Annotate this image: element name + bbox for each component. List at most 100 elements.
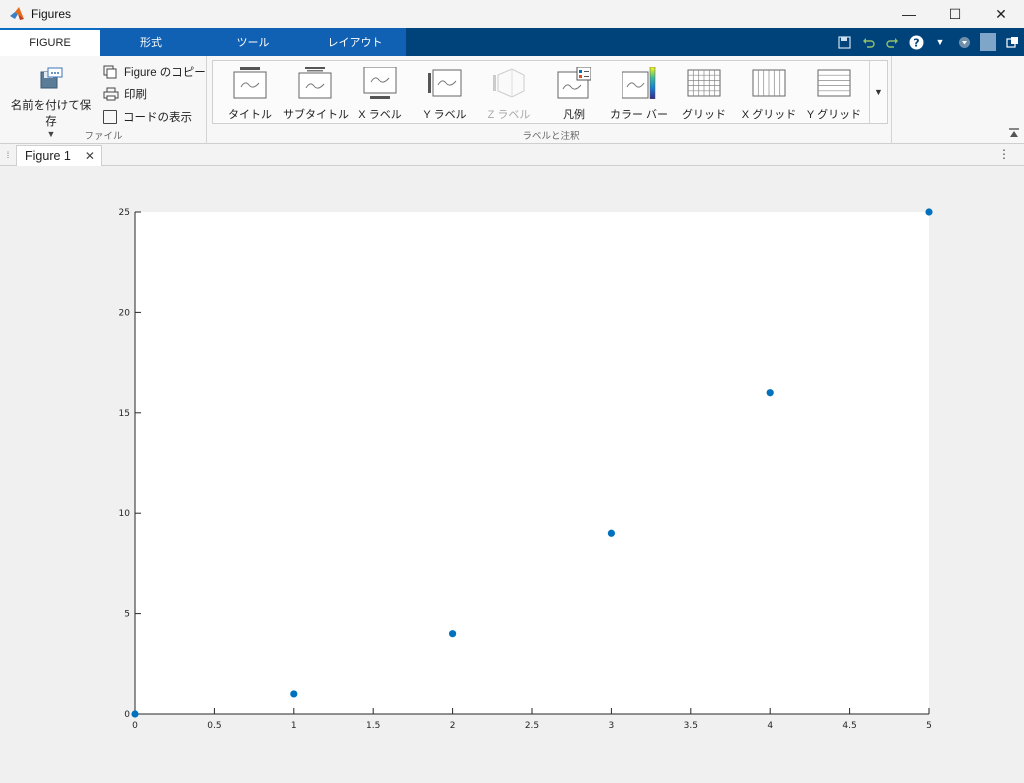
toolbar-separator xyxy=(980,33,996,51)
save-icon[interactable] xyxy=(836,35,852,49)
zlabel-button[interactable]: Z ラベル xyxy=(477,61,541,123)
ylabel-icon xyxy=(428,69,462,97)
xgrid-icon xyxy=(752,69,786,97)
data-point xyxy=(131,710,139,718)
x-tick-label: 3.5 xyxy=(684,721,698,731)
labels-group-label: ラベルと注釈 xyxy=(522,131,580,142)
redo-icon[interactable] xyxy=(884,36,900,49)
matlab-logo-icon xyxy=(10,7,24,20)
colorbar-icon xyxy=(621,66,656,100)
print-icon xyxy=(103,87,119,101)
xlabel-button[interactable]: X ラベル xyxy=(348,61,412,123)
ygrid-button[interactable]: Y グリッド xyxy=(802,61,866,123)
y-tick-label: 10 xyxy=(119,509,131,519)
ribbon-panel: 名前を付けて保存 ▼ Figure のコピー 印刷 コードの表示 ファイル タイ… xyxy=(0,56,1024,144)
quick-access-toolbar: ? ▼ xyxy=(836,28,1020,56)
undo-icon[interactable] xyxy=(860,36,876,49)
colorbar-button[interactable]: カラー バー xyxy=(607,61,671,123)
x-tick-label: 2 xyxy=(450,721,456,731)
more-options-icon[interactable]: ⋮ xyxy=(998,147,1010,161)
xlabel-icon xyxy=(363,66,397,99)
save-as-button[interactable]: 名前を付けて保存 ▼ xyxy=(6,62,96,139)
y-tick-label: 0 xyxy=(124,710,130,720)
x-tick-label: 2.5 xyxy=(525,721,539,731)
tab-figure[interactable]: FIGURE xyxy=(0,28,100,56)
y-tick-label: 20 xyxy=(119,308,131,318)
ylabel-label: Y ラベル xyxy=(423,109,467,121)
x-tick-label: 0.5 xyxy=(207,721,221,731)
x-tick-label: 1 xyxy=(291,721,297,731)
figure-canvas: 0 0.5 1 1.5 2 2.5 3 3.5 4 4.5 5 0 5 10 15 20 25 xyxy=(0,166,1024,783)
copy-icon xyxy=(103,65,117,79)
maximize-button[interactable]: ☐ xyxy=(932,0,978,28)
gallery-expand-button[interactable]: ▼ xyxy=(869,61,887,123)
file-group: 名前を付けて保存 ▼ Figure のコピー 印刷 コードの表示 ファイル xyxy=(0,56,207,144)
labels-gallery: タイトル サブタイトル X ラベル Y ラベル Z ラベル 凡例 カラー バー … xyxy=(212,60,888,124)
collapse-ribbon-icon[interactable] xyxy=(1008,128,1020,141)
x-tick-label: 4.5 xyxy=(842,721,856,731)
scatter-plot[interactable]: 0 0.5 1 1.5 2 2.5 3 3.5 4 4.5 5 0 5 10 15 20 25 xyxy=(0,166,1024,783)
colorbar-label: カラー バー xyxy=(609,109,669,121)
data-point xyxy=(766,389,774,397)
legend-icon xyxy=(557,66,592,99)
x-tick-label: 0 xyxy=(132,721,138,731)
copy-figure-button[interactable]: Figure のコピー xyxy=(103,63,206,81)
grid-button[interactable]: グリッド xyxy=(672,61,736,123)
legend-label: 凡例 xyxy=(563,109,585,121)
tab-tools[interactable]: ツール xyxy=(202,28,304,56)
close-tab-icon[interactable]: ✕ xyxy=(85,149,95,163)
subtitle-button[interactable]: サブタイトル xyxy=(283,61,349,123)
y-tick-label: 5 xyxy=(124,610,130,620)
save-as-label: 名前を付けて保存 xyxy=(10,100,92,128)
dock-window-icon[interactable] xyxy=(1004,36,1020,49)
data-point xyxy=(925,208,933,216)
document-tab-bar: ⁞ Figure 1 ✕ ⋮ xyxy=(0,145,1024,166)
minimize-button[interactable]: — xyxy=(886,0,932,28)
tab-layout[interactable]: レイアウト xyxy=(304,28,406,56)
ygrid-label: Y グリッド xyxy=(806,109,862,121)
ribbon-tab-strip: FIGURE 形式 ツール レイアウト ? ▼ xyxy=(0,28,1024,56)
x-tick-label: 3 xyxy=(609,721,615,731)
zlabel-icon xyxy=(493,68,525,98)
grid-icon xyxy=(687,69,721,97)
title-button[interactable]: タイトル xyxy=(218,61,282,123)
tab-figure-1[interactable]: Figure 1 ✕ xyxy=(16,145,102,166)
title-label: タイトル xyxy=(228,109,272,121)
xlabel-label: X ラベル xyxy=(358,109,402,121)
ygrid-icon xyxy=(817,69,851,97)
x-tick-label: 4 xyxy=(767,721,773,731)
figure-tab-label: Figure 1 xyxy=(25,149,71,163)
x-tick-label: 1.5 xyxy=(366,721,380,731)
print-button[interactable]: 印刷 xyxy=(103,85,147,103)
xgrid-button[interactable]: X グリッド xyxy=(737,61,801,123)
help-dropdown-icon[interactable]: ▼ xyxy=(932,37,948,47)
x-tick-label: 5 xyxy=(926,721,932,731)
grid-label: グリッド xyxy=(682,109,726,121)
close-button[interactable]: ✕ xyxy=(978,0,1024,28)
y-tick-label: 25 xyxy=(119,208,130,218)
tab-format[interactable]: 形式 xyxy=(100,28,202,56)
data-point xyxy=(449,630,457,638)
subtitle-icon xyxy=(298,67,332,99)
svg-text:?: ? xyxy=(913,36,919,49)
help-icon[interactable]: ? xyxy=(908,35,924,50)
zlabel-label: Z ラベル xyxy=(487,109,531,121)
y-tick-label: 15 xyxy=(119,409,130,419)
show-code-checkbox[interactable]: コードの表示 xyxy=(103,108,192,126)
save-as-icon xyxy=(40,67,63,89)
ylabel-button[interactable]: Y ラベル xyxy=(413,61,477,123)
show-code-label: コードの表示 xyxy=(123,112,192,124)
drag-grip-icon[interactable]: ⁞ xyxy=(3,148,13,162)
axes-background xyxy=(135,212,929,714)
file-group-label: ファイル xyxy=(84,131,123,142)
print-label: 印刷 xyxy=(124,89,147,101)
data-point xyxy=(607,529,616,537)
copy-figure-label: Figure のコピー xyxy=(124,67,206,79)
subtitle-label: サブタイトル xyxy=(283,109,349,121)
toolstrip-options-icon[interactable] xyxy=(956,36,972,49)
title-icon xyxy=(233,67,267,99)
window-title: Figures xyxy=(31,7,72,21)
labels-annotations-group: タイトル サブタイトル X ラベル Y ラベル Z ラベル 凡例 カラー バー … xyxy=(210,56,892,144)
legend-button[interactable]: 凡例 xyxy=(542,61,606,123)
data-point xyxy=(290,690,298,698)
